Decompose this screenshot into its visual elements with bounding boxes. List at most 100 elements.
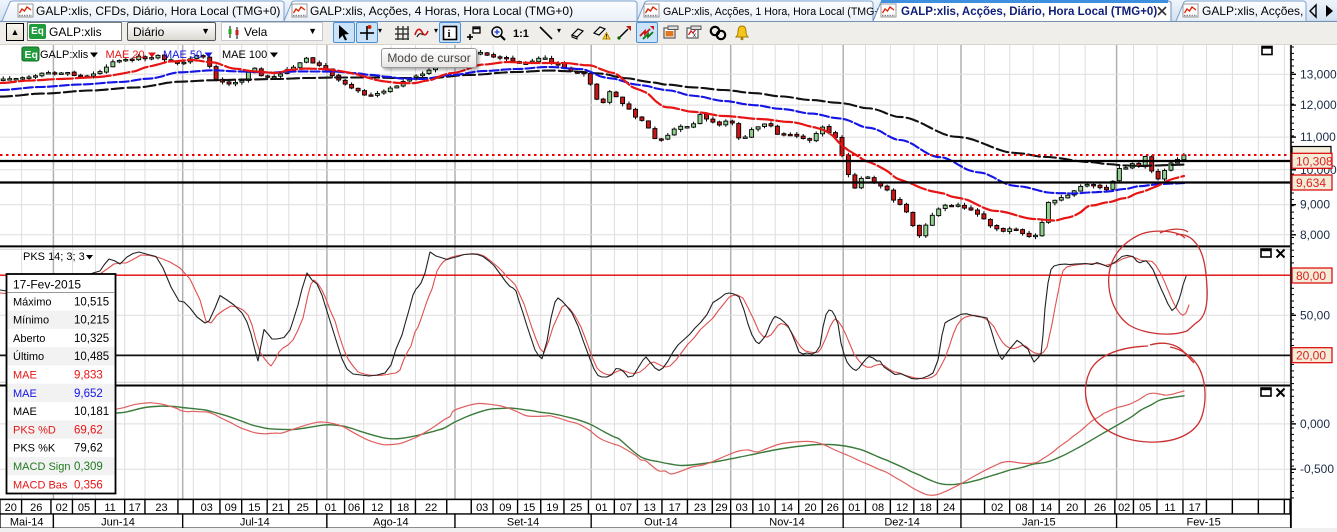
- svg-text:23: 23: [155, 502, 167, 514]
- svg-text:11,000: 11,000: [1300, 130, 1336, 144]
- svg-text:22: 22: [425, 502, 437, 514]
- svg-text:05: 05: [78, 502, 90, 514]
- svg-text:9,634: 9,634: [1296, 176, 1326, 190]
- svg-text:02: 02: [991, 502, 1003, 514]
- svg-text:02: 02: [1118, 502, 1130, 514]
- svg-text:21: 21: [272, 502, 284, 514]
- svg-text:17: 17: [669, 502, 681, 514]
- svg-text:20: 20: [5, 502, 17, 514]
- svg-text:15: 15: [248, 502, 260, 514]
- svg-text:10,215: 10,215: [74, 315, 109, 327]
- svg-text:Set-14: Set-14: [507, 517, 539, 529]
- svg-text:0,356: 0,356: [74, 479, 103, 491]
- svg-text:Jan-15: Jan-15: [1022, 517, 1056, 529]
- svg-text:14: 14: [781, 502, 793, 514]
- svg-text:GALP:xlis: GALP:xlis: [40, 49, 89, 61]
- svg-text:80,00: 80,00: [1296, 269, 1326, 283]
- svg-text:17-Fev-2015: 17-Fev-2015: [13, 278, 81, 292]
- svg-text:26: 26: [827, 502, 839, 514]
- svg-text:79,62: 79,62: [74, 443, 103, 455]
- svg-text:10,308: 10,308: [1296, 154, 1333, 168]
- svg-text:20: 20: [1066, 502, 1078, 514]
- svg-text:GALP:xlis, CFDs, Diário, Hora: GALP:xlis, CFDs, Diário, Hora Local (TMG…: [36, 4, 280, 18]
- svg-text:50,00: 50,00: [1300, 308, 1330, 322]
- svg-text:02: 02: [56, 502, 68, 514]
- svg-text:PKS %K: PKS %K: [13, 443, 56, 455]
- svg-text:x: x: [693, 33, 696, 39]
- svg-text:MACD Sign: MACD Sign: [13, 461, 70, 473]
- svg-text:Mai-14: Mai-14: [10, 517, 44, 529]
- svg-text:PKS 14; 3; 3: PKS 14; 3; 3: [23, 251, 85, 263]
- svg-text:9,833: 9,833: [74, 370, 103, 382]
- svg-text:10,485: 10,485: [74, 351, 109, 363]
- svg-text:29: 29: [715, 502, 727, 514]
- svg-text:10: 10: [758, 502, 770, 514]
- svg-text:03: 03: [476, 502, 488, 514]
- svg-text:10,515: 10,515: [74, 296, 109, 308]
- svg-text:25: 25: [570, 502, 582, 514]
- svg-text:01: 01: [325, 502, 337, 514]
- svg-text:GALP:xlis, Acções, 4 Horas, Ho: GALP:xlis, Acções, 4 Horas, Hora Local (…: [310, 4, 573, 18]
- svg-text:11: 11: [104, 502, 115, 514]
- svg-text:Jun-14: Jun-14: [101, 517, 135, 529]
- svg-text:20: 20: [804, 502, 816, 514]
- svg-text:9,000: 9,000: [1300, 198, 1330, 212]
- svg-text:12: 12: [371, 502, 383, 514]
- svg-text:17: 17: [1189, 502, 1201, 514]
- svg-text:26: 26: [30, 502, 42, 514]
- svg-text:!: !: [606, 34, 608, 40]
- svg-text:24: 24: [943, 502, 955, 514]
- svg-text:Último: Último: [13, 350, 44, 363]
- svg-text:05: 05: [1139, 502, 1151, 514]
- svg-text:14: 14: [1040, 502, 1052, 514]
- svg-text:19: 19: [546, 502, 558, 514]
- svg-text:Dez-14: Dez-14: [884, 517, 919, 529]
- svg-text:MAE 100: MAE 100: [222, 49, 267, 61]
- svg-text:Aberto: Aberto: [13, 333, 45, 345]
- svg-text:0,309: 0,309: [74, 461, 103, 473]
- svg-text:Ago-14: Ago-14: [373, 517, 408, 529]
- svg-text:26: 26: [1094, 502, 1106, 514]
- svg-text:08: 08: [872, 502, 884, 514]
- svg-text:PKS %D: PKS %D: [13, 424, 56, 436]
- svg-text:12,000: 12,000: [1300, 98, 1337, 112]
- svg-text:01: 01: [848, 502, 860, 514]
- svg-text:11: 11: [1164, 502, 1175, 514]
- svg-text:09: 09: [499, 502, 511, 514]
- svg-text:-0,500: -0,500: [1300, 462, 1334, 476]
- svg-text:03: 03: [736, 502, 748, 514]
- svg-text:06: 06: [348, 502, 360, 514]
- svg-text:i: i: [448, 28, 451, 40]
- svg-text:69,62: 69,62: [74, 424, 103, 436]
- svg-text:09: 09: [225, 502, 237, 514]
- svg-text:Jul-14: Jul-14: [240, 517, 270, 529]
- svg-text:03: 03: [201, 502, 213, 514]
- svg-text:10,181: 10,181: [74, 406, 109, 418]
- svg-text:08: 08: [1015, 502, 1027, 514]
- svg-text:07: 07: [620, 502, 632, 514]
- svg-text:18: 18: [920, 502, 932, 514]
- svg-text:23: 23: [694, 502, 706, 514]
- svg-text:GALP:xlis, Acções, 1 Hora, Hor: GALP:xlis, Acções, 1 Hora, Hora Local (T…: [663, 6, 890, 18]
- svg-text:01: 01: [595, 502, 607, 514]
- svg-text:MAE 50: MAE 50: [163, 49, 202, 61]
- svg-text:MAE: MAE: [13, 370, 37, 382]
- svg-text:13,000: 13,000: [1300, 67, 1337, 81]
- svg-text:9,652: 9,652: [74, 388, 103, 400]
- svg-text:Nov-14: Nov-14: [769, 517, 804, 529]
- svg-text:10,325: 10,325: [74, 333, 109, 345]
- svg-text:MACD Bas: MACD Bas: [13, 479, 68, 491]
- svg-text:17: 17: [129, 502, 141, 514]
- svg-text:MAE 20: MAE 20: [106, 49, 145, 61]
- svg-text:8,000: 8,000: [1300, 228, 1330, 242]
- svg-text:Fev-15: Fev-15: [1186, 517, 1220, 529]
- svg-text:Out-14: Out-14: [644, 517, 678, 529]
- svg-text:MAE: MAE: [13, 388, 37, 400]
- svg-text:25: 25: [297, 502, 309, 514]
- svg-text:MAE: MAE: [13, 406, 37, 418]
- svg-text:20,00: 20,00: [1296, 349, 1326, 363]
- svg-text:Máximo: Máximo: [13, 296, 52, 308]
- svg-text:Mínimo: Mínimo: [13, 315, 49, 327]
- svg-text:0,000: 0,000: [1300, 417, 1330, 431]
- svg-text:GALP:xlis, Acções, Diário, Hor: GALP:xlis, Acções, Diário, Hora Local (T…: [901, 6, 1157, 18]
